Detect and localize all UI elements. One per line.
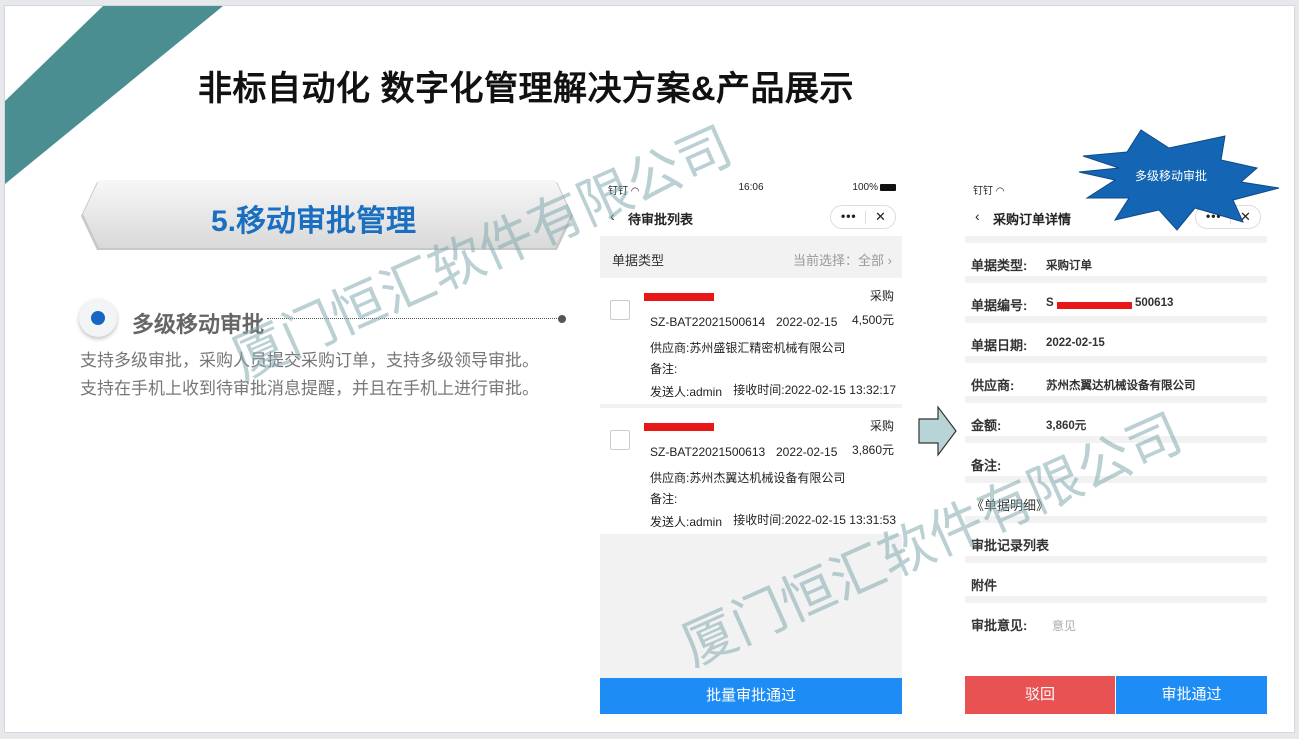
battery-status: 100%	[852, 182, 896, 193]
nav-title: 采购订单详情	[993, 212, 1072, 227]
opinion-input[interactable]: 意见	[1052, 617, 1076, 634]
status-bar: 钉钉 ◠ 16:06 100%	[600, 178, 902, 198]
corner-decoration	[5, 6, 223, 184]
back-icon[interactable]: ‹	[975, 208, 980, 224]
page-title: 非标自动化 数字化管理解决方案&产品展示	[198, 70, 854, 108]
description-line: 支持多级审批，采购人员提交采购订单，支持多级领导审批。	[80, 351, 539, 370]
dotted-divider-end	[558, 315, 566, 323]
carrier-label: 钉钉 ◠	[973, 186, 1005, 197]
more-icon[interactable]: •••	[841, 209, 857, 223]
attachments-link[interactable]: 附件	[965, 563, 1267, 603]
approval-records-link[interactable]: 审批记录列表	[965, 523, 1267, 563]
redaction-mark	[644, 293, 714, 301]
chevron-right-icon: ›	[887, 253, 892, 268]
section-tag-label: 5.移动审批管理	[211, 205, 417, 238]
redaction-mark	[644, 423, 714, 431]
item-amount: 3,860元	[851, 443, 894, 457]
item-type: 采购	[869, 289, 894, 303]
item-amount: 4,500元	[851, 313, 894, 327]
item-supplier: 供应商:苏州杰翼达机械设备有限公司	[650, 471, 846, 485]
doc-type-filter[interactable]: 单据类型 当前选择：全部 ›	[600, 236, 902, 278]
item-type: 采购	[869, 419, 894, 433]
wifi-icon: ◠	[995, 186, 1005, 197]
item-code: SZ-BAT22021500614	[650, 315, 766, 329]
bullet-title: 多级移动审批	[132, 312, 265, 337]
field-doc-date: 单据日期: 2022-02-15	[965, 323, 1267, 363]
item-date: 2022-02-15	[776, 445, 838, 459]
item-code: SZ-BAT22021500613	[650, 445, 766, 459]
mini-program-capsule: ••• ✕	[830, 205, 896, 229]
list-item[interactable]: 采购 SZ-BAT22021500614 2022-02-15 4,500元 供…	[600, 278, 902, 404]
field-remark: 备注:	[965, 443, 1267, 483]
item-remark: 备注:	[650, 362, 678, 376]
section-tag: 5.移动审批管理	[77, 178, 577, 254]
bullet-icon	[79, 299, 117, 337]
pending-list-screen: 钉钉 ◠ 16:06 100% ‹ 待审批列表 ••• ✕ 单据类型 当前选择：…	[600, 178, 902, 714]
badge-label: 多级移动审批	[1135, 169, 1208, 183]
item-sender: 发送人:admin	[650, 515, 723, 529]
doc-details-link[interactable]: 《单据明细》	[965, 483, 1267, 523]
item-supplier: 供应商:苏州盛银汇精密机械有限公司	[650, 341, 846, 355]
item-sender: 发送人:admin	[650, 385, 723, 399]
approve-button[interactable]: 审批通过	[1116, 676, 1267, 714]
select-checkbox[interactable]	[610, 430, 630, 450]
nav-title: 待审批列表	[628, 212, 694, 227]
redaction-mark	[1057, 302, 1132, 309]
field-amount: 金额: 3,860元	[965, 403, 1267, 443]
back-icon[interactable]: ‹	[610, 208, 615, 224]
arrow-right-icon	[918, 405, 957, 457]
description-line: 支持在手机上收到待审批消息提醒，并且在手机上进行审批。	[80, 379, 539, 398]
action-buttons: 驳回 审批通过	[965, 676, 1267, 714]
filter-label: 单据类型	[612, 253, 665, 268]
field-opinion: 审批意见: 意见	[965, 603, 1267, 643]
field-doc-no: 单据编号: S 500613	[965, 283, 1267, 323]
filter-current: 当前选择：全部 ›	[793, 253, 892, 268]
reject-button[interactable]: 驳回	[965, 676, 1115, 714]
item-received-time: 接收时间:2022-02-15 13:32:17	[733, 383, 896, 397]
item-date: 2022-02-15	[776, 315, 838, 329]
battery-icon	[880, 184, 896, 191]
select-checkbox[interactable]	[610, 300, 630, 320]
order-detail-screen: 钉钉 ◠ ‹ 采购订单详情 ••• ✕ 单据类型: 采购订单 单据编号: S 5…	[965, 178, 1267, 714]
list-item[interactable]: 采购 SZ-BAT22021500613 2022-02-15 3,860元 供…	[600, 408, 902, 534]
bullet-description: 支持多级审批，采购人员提交采购订单，支持多级领导审批。 支持在手机上收到待审批消…	[80, 347, 539, 403]
item-received-time: 接收时间:2022-02-15 13:31:53	[733, 513, 896, 527]
field-supplier: 供应商: 苏州杰翼达机械设备有限公司	[965, 363, 1267, 403]
nav-bar: ‹ 待审批列表 ••• ✕	[600, 198, 902, 236]
close-icon[interactable]: ✕	[875, 209, 886, 225]
batch-approve-button[interactable]: 批量审批通过	[600, 678, 902, 714]
detail-fields: 单据类型: 采购订单 单据编号: S 500613 单据日期: 2022-02-…	[965, 243, 1267, 643]
item-remark: 备注:	[650, 492, 678, 506]
slide: 非标自动化 数字化管理解决方案&产品展示 5.移动审批管理 多级移动审批 支持多…	[4, 5, 1295, 733]
dotted-divider	[267, 318, 561, 319]
field-doc-type: 单据类型: 采购订单	[965, 243, 1267, 283]
